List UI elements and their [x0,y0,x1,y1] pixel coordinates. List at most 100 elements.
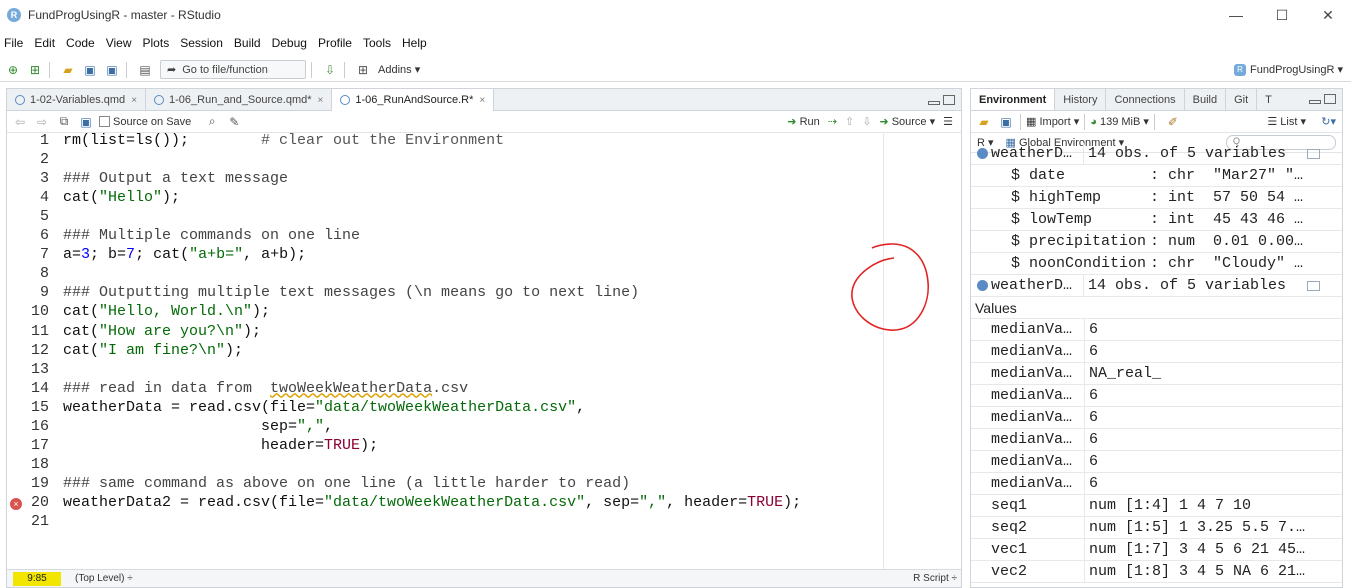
new-file-icon[interactable]: ⊕ [4,61,22,79]
menu-help[interactable]: Help [397,36,433,50]
code-line[interactable]: 1 rm(list=ls()); # clear out the Environm… [7,132,883,151]
source-button[interactable]: ➜ Source ▾ [879,115,935,128]
tab-1-02-variables[interactable]: 1-02-Variables.qmd × [7,89,147,111]
new-project-icon[interactable]: ⊞ [26,61,44,79]
env-sub-row[interactable]: $ noonCondition: chr "Cloudy" … [971,253,1342,275]
code-line[interactable]: 8 [7,265,883,284]
env-row[interactable]: medianVa… NA_real_ [971,362,1342,385]
tab-build[interactable]: Build [1185,89,1227,110]
refresh-icon[interactable]: ↻▾ [1321,115,1336,128]
go-to-file-input[interactable]: ➦ Go to file/function [160,60,306,79]
minimize-button[interactable]: — [1213,0,1259,30]
code-line[interactable]: 3 ### Output a text message [7,170,883,189]
code-line[interactable]: 9 ### Outputting multiple text messages (… [7,284,883,303]
code-line[interactable]: 13 [7,361,883,380]
code-line[interactable]: 17 header=TRUE); [7,437,883,456]
file-type-selector[interactable]: R Script ÷ [913,573,957,584]
expand-icon[interactable] [977,280,988,291]
view-data-icon[interactable] [1307,148,1320,159]
pane-layout-icon[interactable]: ⊞ [354,61,372,79]
menu-file[interactable]: File [0,36,29,50]
code-area[interactable]: 1 rm(list=ls()); # clear out the Environm… [7,132,961,571]
menu-view[interactable]: View [101,36,138,50]
load-workspace-icon[interactable]: ▰ [975,113,993,131]
menu-edit[interactable]: Edit [29,36,61,50]
forward-icon[interactable]: ⇨ [33,113,51,131]
back-icon[interactable]: ⇦ [11,113,29,131]
env-row[interactable]: medianVa… 6 [971,384,1342,407]
tab-1-06-runandsource-r[interactable]: 1-06_RunAndSource.R* × [332,89,495,111]
open-folder-icon[interactable]: ▰ [59,61,77,79]
env-row[interactable]: medianVa… 6 [971,318,1342,341]
code-line[interactable]: 14 ### read in data from twoWeekWeatherDa… [7,380,883,399]
code-line[interactable]: 10 cat("Hello, World.\n"); [7,303,883,322]
env-sub-row[interactable]: $ lowTemp : int 45 43 46 … [971,209,1342,231]
tab-git[interactable]: Git [1226,89,1258,110]
project-menu[interactable]: R FundProgUsingR ▾ [1234,63,1343,76]
code-line[interactable]: 2 [7,151,883,170]
save-icon[interactable]: ▣ [77,113,95,131]
env-row[interactable]: vec1 num [1:7] 3 4 5 6 21 45… [971,538,1342,561]
env-row[interactable]: medianVa… 6 [971,428,1342,451]
env-row[interactable]: medianVa… 6 [971,406,1342,429]
magic-wand-icon[interactable]: ✎ [225,113,243,131]
env-row[interactable]: seq2 num [1:5] 1 3.25 5.5 7.… [971,516,1342,539]
go-down-icon[interactable]: ⇩ [862,115,871,128]
list-view-menu[interactable]: ☰ List ▾ [1267,115,1306,128]
menu-code[interactable]: Code [61,36,101,50]
code-line[interactable]: 18 [7,456,883,475]
code-line[interactable]: 15 weatherData = read.csv(file="data/twoW… [7,399,883,418]
close-tab-icon[interactable]: × [131,95,137,106]
env-sub-row[interactable]: $ date : chr "Mar27" "… [971,165,1342,187]
outline-icon[interactable]: ☰ [943,115,953,128]
code-line[interactable]: 19 ### same command as above on one line … [7,475,883,494]
maximize-pane-icon[interactable] [943,95,955,105]
minimize-pane-icon[interactable] [928,101,940,105]
maximize-pane-icon[interactable] [1324,94,1336,104]
error-marker-icon[interactable]: × [10,497,22,510]
menu-profile[interactable]: Profile [313,36,358,50]
source-on-save-checkbox[interactable] [99,116,110,127]
menu-plots[interactable]: Plots [138,36,176,50]
save-workspace-icon[interactable]: ▣ [997,113,1015,131]
rerun-icon[interactable]: ⇢ [828,115,837,128]
go-up-icon[interactable]: ⇧ [845,115,854,128]
save-all-icon[interactable]: ▣ [103,61,121,79]
minimize-pane-icon[interactable] [1309,100,1321,104]
version-control-icon[interactable]: ⇩ [321,61,339,79]
code-line[interactable]: 16 sep=",", [7,418,883,437]
env-sub-row[interactable]: $ highTemp : int 57 50 54 … [971,187,1342,209]
tab-tutorial[interactable]: T [1257,89,1280,110]
close-button[interactable]: ✕ [1305,0,1351,30]
code-line[interactable]: 20 weatherData2 = read.csv(file="data/two… [7,494,883,513]
expand-icon[interactable] [977,148,988,159]
broom-icon[interactable]: ✐ [1164,113,1182,131]
scope-selector[interactable]: (Top Level) ÷ [75,573,133,584]
code-line[interactable]: 11 cat("How are you?\n"); [7,323,883,342]
print-icon[interactable]: ▤ [136,61,154,79]
code-line[interactable]: 4 cat("Hello"); [7,189,883,208]
search-icon[interactable]: ⌕ [203,113,221,131]
view-data-icon[interactable] [1307,280,1320,291]
env-row[interactable]: weatherD… 14 obs. of 5 variables [971,142,1342,165]
maximize-button[interactable]: ☐ [1259,0,1305,30]
env-row[interactable]: medianVa… 6 [971,450,1342,473]
env-row[interactable]: medianVa… 6 [971,472,1342,495]
tab-history[interactable]: History [1055,89,1107,110]
save-icon[interactable]: ▣ [81,61,99,79]
menu-tools[interactable]: Tools [358,36,397,50]
close-tab-icon[interactable]: × [479,95,485,106]
menu-session[interactable]: Session [175,36,229,50]
code-line[interactable]: 21 [7,513,883,532]
addins-menu[interactable]: Addins ▾ [378,63,420,76]
code-line[interactable]: 6 ### Multiple commands on one line [7,227,883,246]
tab-connections[interactable]: Connections [1106,89,1185,110]
code-line[interactable]: 12 cat("I am fine?\n"); [7,342,883,361]
env-row[interactable]: weatherD… 14 obs. of 5 variables [971,274,1342,297]
env-row[interactable]: seq1 num [1:4] 1 4 7 10 [971,494,1342,517]
code-line[interactable]: 5 [7,208,883,227]
memory-usage[interactable]: ◕ 139 MiB ▾ [1090,115,1149,128]
env-sub-row[interactable]: $ precipitation: num 0.01 0.00… [971,231,1342,253]
menu-build[interactable]: Build [229,36,267,50]
code-line[interactable]: 7 a=3; b=7; cat("a+b=", a+b); [7,246,883,265]
